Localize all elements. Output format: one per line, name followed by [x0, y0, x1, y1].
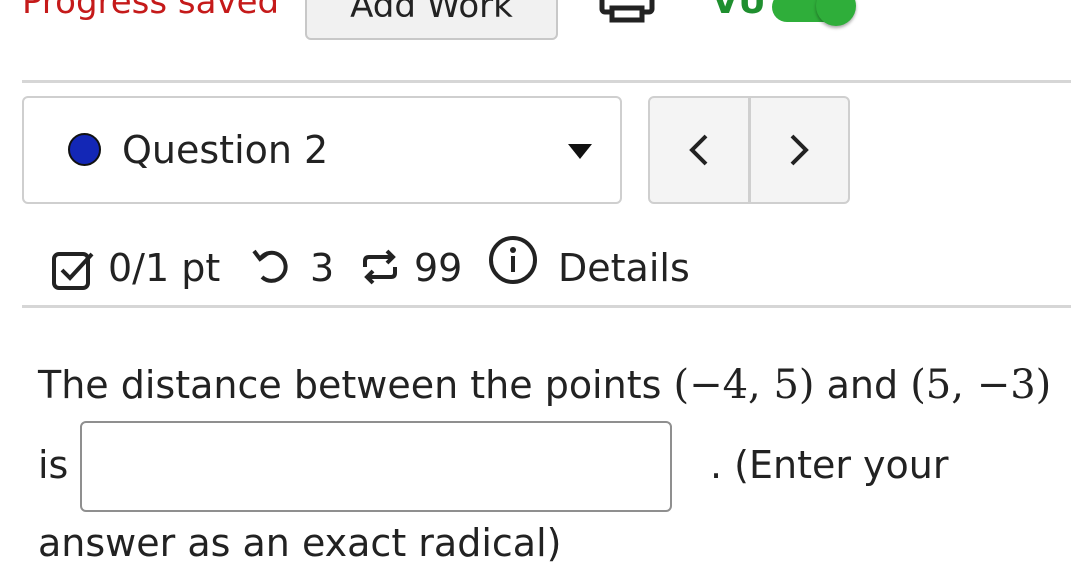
question-select-label: Question 2 [122, 128, 329, 172]
points-text: 0/1 pt [108, 246, 221, 290]
question-text: The distance between the points (−4, 5) … [38, 358, 1051, 412]
question-nav [648, 96, 850, 204]
math-point-2: (5, −3) [910, 362, 1052, 408]
vu-label: VU [712, 0, 766, 22]
info-icon[interactable] [486, 233, 540, 287]
question-select[interactable]: Question 2 [22, 96, 622, 204]
question-is-label: is [38, 443, 69, 487]
question-status-dot [68, 133, 101, 166]
repeat-icon [357, 247, 403, 287]
next-question-button[interactable] [751, 98, 849, 202]
toggle-knob [816, 0, 856, 26]
chevron-left-icon [688, 134, 708, 166]
tries-count: 3 [310, 246, 335, 290]
previous-question-button[interactable] [650, 98, 751, 202]
question-text-before: The distance between the points [38, 363, 674, 407]
vu-toggle[interactable] [772, 0, 858, 32]
answer-input[interactable] [80, 421, 672, 512]
divider [22, 305, 1071, 308]
caret-down-icon [568, 144, 592, 159]
divider [22, 80, 1071, 83]
math-point-1: (−4, 5) [673, 362, 815, 408]
chevron-right-icon [790, 134, 810, 166]
printer-icon[interactable] [598, 0, 656, 32]
question-instruction-continued: answer as an exact radical) [38, 521, 562, 565]
question-text-and: and [814, 363, 911, 407]
question-instruction: . (Enter your [710, 443, 949, 487]
progress-status-text: Progress saved [22, 0, 280, 22]
versions-count: 99 [414, 246, 463, 290]
details-link[interactable]: Details [558, 240, 690, 296]
checkbox-icon [50, 246, 98, 294]
undo-icon [250, 247, 296, 287]
add-work-button[interactable]: Add Work [305, 0, 558, 40]
